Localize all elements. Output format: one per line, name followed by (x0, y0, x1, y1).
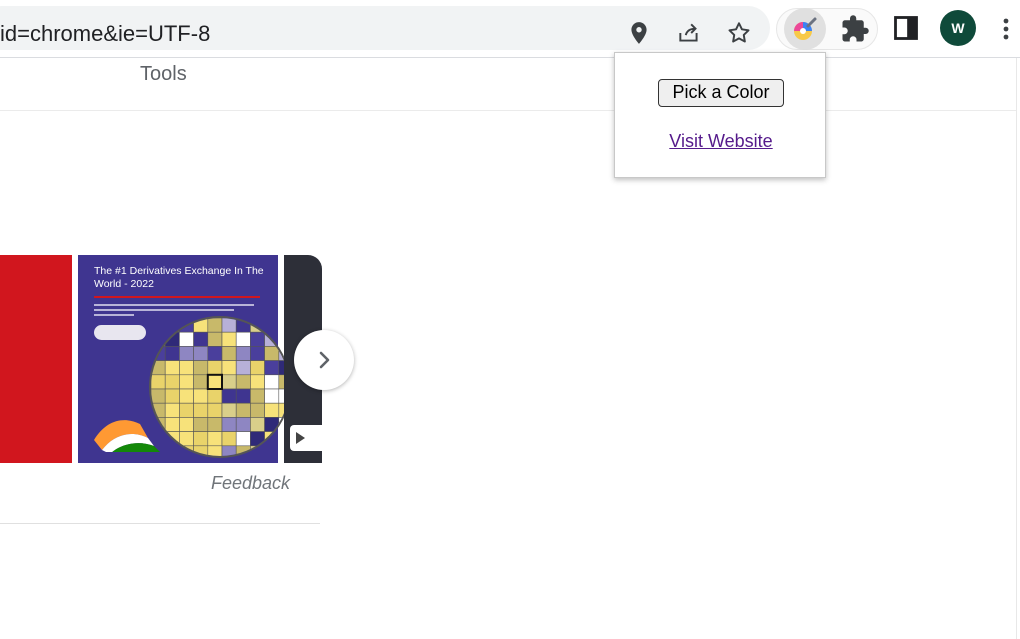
card-red-rule (94, 296, 260, 298)
visit-website-link[interactable]: Visit Website (615, 131, 827, 152)
page-right-border (1016, 58, 1017, 639)
feedback-link[interactable]: Feedback (211, 473, 290, 494)
tools-tab[interactable]: Tools (140, 63, 187, 86)
side-panel-icon[interactable] (892, 14, 922, 44)
card-fine-print (94, 304, 254, 316)
chevron-right-icon (319, 351, 330, 369)
play-icon (296, 432, 305, 444)
carousel-card-red[interactable] (0, 255, 72, 463)
magnifier-pixel-grid (151, 318, 289, 456)
color-picker-extension-button[interactable] (784, 8, 826, 50)
puzzle-piece-icon[interactable] (840, 14, 870, 44)
card-button-pill (94, 325, 146, 340)
color-picker-popup: Pick a Color Visit Website (614, 52, 826, 178)
profile-avatar[interactable]: W (940, 10, 976, 46)
color-picker-magnifier[interactable] (149, 316, 291, 458)
pick-color-button[interactable]: Pick a Color (658, 79, 784, 107)
kebab-menu-icon[interactable] (996, 14, 1016, 44)
results-divider (0, 523, 320, 524)
card-headline: The #1 Derivatives Exchange In The World… (94, 265, 264, 290)
color-picker-extension-icon (794, 17, 817, 40)
browser-toolbar: id=chrome&ie=UTF-8 W (0, 0, 1020, 56)
tools-divider (0, 110, 1016, 111)
star-icon[interactable] (726, 20, 752, 46)
location-pin-icon[interactable] (626, 20, 652, 46)
video-play-badge[interactable] (290, 425, 322, 451)
url-text[interactable]: id=chrome&ie=UTF-8 (0, 21, 210, 47)
omnibox[interactable]: id=chrome&ie=UTF-8 (0, 6, 770, 50)
share-icon[interactable] (676, 20, 702, 46)
carousel-next-button[interactable] (294, 330, 354, 390)
